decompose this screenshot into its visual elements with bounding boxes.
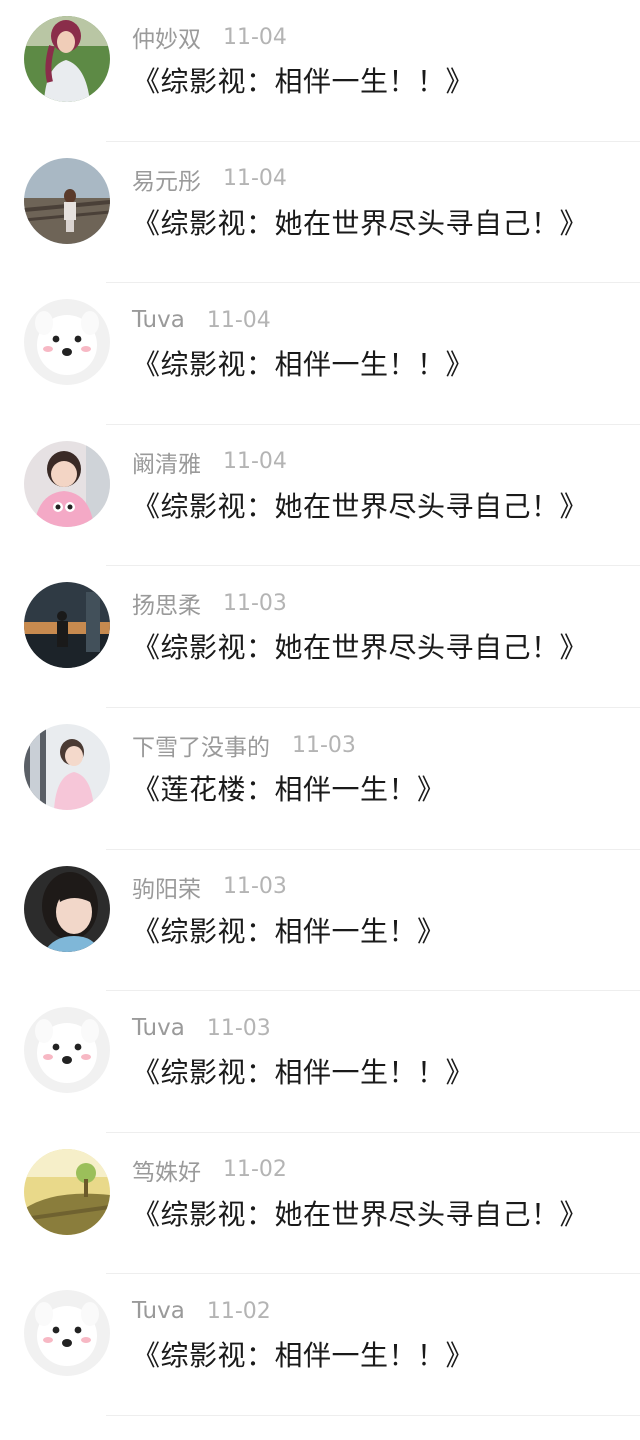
sunset-person-icon	[24, 582, 110, 669]
comment-date: 11-03	[223, 590, 287, 616]
comment-item[interactable]: Tuva 11-02 《综影视：相伴一生！！》	[0, 1274, 640, 1416]
user-name[interactable]: Tuva	[132, 307, 185, 333]
comment-meta: 扬思柔 11-03	[132, 586, 287, 620]
comment-list: 仲妙双 11-04 《综影视：相伴一生！！》 易元彤 11-04 《综影视：她在…	[0, 0, 640, 1440]
comment-text[interactable]: 《莲花楼：相伴一生！》	[132, 768, 446, 808]
child-on-bridge-icon	[24, 157, 110, 244]
avatar[interactable]	[24, 1148, 110, 1235]
girl-portrait-icon	[24, 865, 110, 952]
comment-date: 11-04	[223, 166, 287, 192]
comment-item[interactable]: Tuva 11-03 《综影视：相伴一生！！》	[0, 991, 640, 1133]
avatar[interactable]	[24, 582, 110, 669]
user-name[interactable]: 仲妙双	[132, 20, 201, 54]
comment-date: 11-04	[223, 24, 287, 50]
comment-text[interactable]: 《综影视：相伴一生！》	[132, 910, 446, 950]
comment-meta: 仲妙双 11-04	[132, 20, 287, 54]
comment-date: 11-02	[223, 1157, 287, 1183]
comment-item[interactable]: 驹阳荣 11-03 《综影视：相伴一生！》	[0, 850, 640, 992]
comment-meta: 阚清雅 11-04	[132, 445, 287, 479]
user-name[interactable]: 扬思柔	[132, 586, 201, 620]
comment-text[interactable]: 《综影视：她在世界尽头寻自己！》	[132, 626, 588, 666]
avatar[interactable]	[24, 1007, 110, 1094]
comment-text[interactable]: 《综影视：相伴一生！！》	[132, 60, 474, 100]
comment-meta: 笃姝好 11-02	[132, 1153, 287, 1187]
comment-item[interactable]: 扬思柔 11-03 《综影视：她在世界尽头寻自己！》	[0, 566, 640, 708]
user-name[interactable]: Tuva	[132, 1015, 185, 1041]
comment-date: 11-04	[223, 449, 287, 475]
comment-text[interactable]: 《综影视：她在世界尽头寻自己！》	[132, 1193, 588, 1233]
comment-meta: 驹阳荣 11-03	[132, 870, 287, 904]
comment-meta: Tuva 11-02	[132, 1294, 271, 1328]
user-name[interactable]: 下雪了没事的	[132, 728, 270, 762]
girl-pink-sweater-icon	[24, 440, 110, 527]
comment-meta: 下雪了没事的 11-03	[132, 728, 356, 762]
avatar[interactable]	[24, 1290, 110, 1377]
avatar[interactable]	[24, 865, 110, 952]
white-dog-icon	[24, 1290, 110, 1377]
comment-text[interactable]: 《综影视：相伴一生！！》	[132, 343, 474, 383]
yellow-landscape-icon	[24, 1148, 110, 1235]
comment-date: 11-03	[223, 874, 287, 900]
comment-item[interactable]: 易元彤 11-04 《综影视：她在世界尽头寻自己！》	[0, 142, 640, 284]
comment-text[interactable]: 《综影视：相伴一生！！》	[132, 1051, 474, 1091]
comment-date: 11-02	[206, 1298, 271, 1324]
user-name[interactable]: 阚清雅	[132, 445, 201, 479]
avatar[interactable]	[24, 16, 110, 102]
avatar[interactable]	[24, 299, 110, 386]
user-name[interactable]: Tuva	[132, 1298, 185, 1324]
comment-text[interactable]: 《综影视：她在世界尽头寻自己！》	[132, 202, 588, 242]
child-at-window-icon	[24, 724, 110, 810]
user-name[interactable]: 笃姝好	[132, 1153, 201, 1187]
comment-item[interactable]: 下雪了没事的 11-03 《莲花楼：相伴一生！》	[0, 708, 640, 850]
comment-text[interactable]: 《综影视：她在世界尽头寻自己！》	[132, 485, 588, 525]
avatar[interactable]	[24, 724, 110, 810]
user-name[interactable]: 易元彤	[132, 162, 201, 196]
comment-item[interactable]: 阚清雅 11-04 《综影视：她在世界尽头寻自己！》	[0, 425, 640, 567]
comment-date: 11-03	[206, 1015, 271, 1041]
woman-in-white-dress-icon	[24, 16, 110, 102]
comment-date: 11-03	[292, 732, 356, 758]
comment-meta: 易元彤 11-04	[132, 162, 287, 196]
comment-text[interactable]: 《综影视：相伴一生！！》	[132, 1334, 474, 1374]
white-dog-icon	[24, 299, 110, 386]
divider	[106, 1414, 640, 1416]
comment-item[interactable]: 笃姝好 11-02 《综影视：她在世界尽头寻自己！》	[0, 1133, 640, 1275]
comment-date: 11-04	[206, 307, 271, 333]
comment-meta: Tuva 11-04	[132, 303, 271, 337]
avatar[interactable]	[24, 440, 110, 527]
avatar[interactable]	[24, 157, 110, 244]
user-name[interactable]: 驹阳荣	[132, 870, 201, 904]
comment-item[interactable]: Tuva 11-04 《综影视：相伴一生！！》	[0, 283, 640, 425]
white-dog-icon	[24, 1007, 110, 1094]
comment-item[interactable]: 仲妙双 11-04 《综影视：相伴一生！！》	[0, 0, 640, 142]
comment-meta: Tuva 11-03	[132, 1011, 271, 1045]
